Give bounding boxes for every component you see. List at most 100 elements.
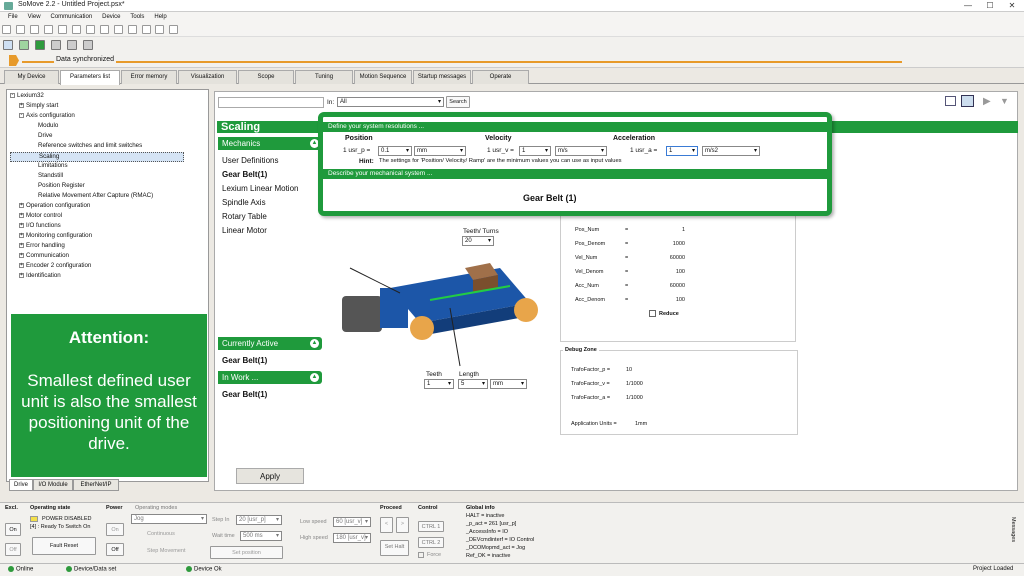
expand-icon[interactable]: +	[19, 232, 24, 238]
fault-reset-button[interactable]: Fault Reset	[32, 537, 96, 555]
power-on-button[interactable]: On	[106, 523, 124, 536]
menu-tools[interactable]: Tools	[130, 12, 144, 23]
reduce-checkbox[interactable]	[649, 310, 656, 317]
tree-node[interactable]: + I/O functions	[19, 222, 61, 230]
force-checkbox[interactable]	[418, 552, 424, 558]
menu-view[interactable]: View	[28, 12, 41, 23]
tree-node[interactable]: + Monitoring configuration	[19, 232, 92, 240]
close-button[interactable]: ✕	[1006, 0, 1018, 11]
mechanics-item-active[interactable]: Gear Belt(1)	[222, 170, 267, 179]
tab-ethernet-ip[interactable]: EtherNet/IP	[73, 479, 119, 491]
prev-button[interactable]: <	[380, 517, 393, 533]
import-icon[interactable]	[155, 25, 165, 34]
step-movement-radio[interactable]: Step Movement	[147, 548, 186, 554]
next-button[interactable]: >	[396, 517, 409, 533]
compare-icon[interactable]	[141, 25, 151, 34]
store-icon[interactable]	[50, 40, 61, 50]
expand-icon[interactable]: +	[19, 272, 24, 278]
tree-leaf[interactable]: Relative Movement After Capture (RMAC)	[38, 192, 153, 200]
collapse-icon[interactable]: ▲	[310, 373, 319, 382]
in-work-header[interactable]: In Work ... ▲	[218, 371, 322, 384]
mechanics-item[interactable]: Spindle Axis	[222, 198, 266, 207]
new-icon[interactable]	[15, 25, 25, 34]
tree-node[interactable]: + Identification	[19, 272, 61, 280]
tab-scope[interactable]: Scope	[238, 70, 294, 84]
expand-icon[interactable]: +	[19, 212, 24, 218]
currently-active-header[interactable]: Currently Active ▲	[218, 337, 322, 350]
expand-icon[interactable]: +	[19, 252, 24, 258]
tab-startup-messages[interactable]: Startup messages	[413, 70, 471, 84]
menu-file[interactable]: File	[8, 12, 18, 23]
maximize-button[interactable]: ☐	[984, 0, 996, 11]
set-position-button[interactable]: Set position	[210, 546, 283, 559]
tree-leaf[interactable]: Reference switches and limit switches	[38, 142, 142, 150]
tab-operate[interactable]: Operate	[472, 70, 529, 84]
tab-drive[interactable]: Drive	[9, 479, 33, 491]
copy-icon[interactable]	[113, 25, 123, 34]
ctrl2-button[interactable]: CTRL 2	[418, 537, 444, 548]
tree-leaf[interactable]: Limitations	[38, 162, 68, 170]
grid-view-icon[interactable]	[961, 95, 974, 107]
save-as-icon[interactable]	[57, 25, 67, 34]
tree-node[interactable]: + Simply start	[19, 102, 58, 110]
tab-parameters-list[interactable]: Parameters list	[60, 70, 120, 85]
tree-leaf[interactable]: Modulo	[38, 122, 58, 130]
expand-icon[interactable]: +	[19, 262, 24, 268]
cut-icon[interactable]	[99, 25, 109, 34]
check-icon[interactable]	[34, 40, 45, 50]
tab-motion-sequence[interactable]: Motion Sequence	[354, 70, 412, 84]
menu-communication[interactable]: Communication	[50, 12, 92, 23]
expand-icon[interactable]: +	[19, 222, 24, 228]
collapse-icon[interactable]: ▲	[310, 339, 319, 348]
teeth-input[interactable]: 1	[424, 379, 454, 389]
messages-tab[interactable]: Messages	[1010, 517, 1016, 542]
tree-node[interactable]: + Operation configuration	[19, 202, 90, 210]
tree-leaf[interactable]: Standstill	[38, 172, 63, 180]
mechanics-item[interactable]: Lexium Linear Motion	[222, 184, 298, 193]
highspeed-input[interactable]: 180 [usr_v]	[333, 533, 371, 543]
position-value-select[interactable]: 0.1	[378, 146, 412, 156]
expand-icon[interactable]: +	[19, 242, 24, 248]
export-icon[interactable]	[169, 25, 179, 34]
velocity-unit-select[interactable]: m/s	[555, 146, 607, 156]
lowspeed-input[interactable]: 60 [usr_v]	[333, 517, 371, 527]
home-icon[interactable]	[2, 25, 11, 34]
stepin-input[interactable]: 20 [usr_p]	[236, 515, 282, 525]
set-halt-button[interactable]: Set Halt	[380, 540, 409, 556]
velocity-value-select[interactable]: 1	[519, 146, 551, 156]
tree-node[interactable]: + Encoder 2 configuration	[19, 262, 91, 270]
acceleration-value-select[interactable]: 1	[666, 146, 698, 156]
apply-button[interactable]: Apply	[236, 468, 304, 484]
opmode-select[interactable]: Jog	[131, 514, 207, 524]
length-unit-select[interactable]: mm	[490, 379, 527, 389]
upload-icon[interactable]	[66, 40, 77, 50]
tab-my-device[interactable]: My Device	[4, 70, 59, 84]
collapse-icon[interactable]: -	[10, 92, 15, 98]
search-button[interactable]: Search	[446, 96, 470, 108]
mechanics-item[interactable]: Linear Motor	[222, 226, 267, 235]
tab-tuning[interactable]: Tuning	[295, 70, 353, 84]
paste-icon[interactable]	[127, 25, 137, 34]
ctrl1-button[interactable]: CTRL 1	[418, 521, 444, 532]
excl-off-button[interactable]: Off	[5, 543, 21, 556]
minimize-button[interactable]: —	[962, 0, 974, 11]
play-icon[interactable]: ▶	[983, 96, 991, 107]
search-scope-select[interactable]: All	[337, 97, 444, 107]
refresh-icon[interactable]	[18, 40, 29, 50]
tree-leaf[interactable]: Position Register	[38, 182, 85, 190]
print-preview-icon[interactable]	[85, 25, 95, 34]
menu-device[interactable]: Device	[102, 12, 120, 23]
power-off-button[interactable]: Off	[106, 543, 124, 556]
tab-io-module[interactable]: I/O Module	[33, 479, 73, 491]
save-icon[interactable]	[43, 25, 53, 34]
download-icon[interactable]	[82, 40, 93, 50]
position-unit-select[interactable]: mm	[414, 146, 466, 156]
tree-node[interactable]: - Lexium32	[10, 92, 44, 100]
open-icon[interactable]	[29, 25, 39, 34]
tree-leaf[interactable]: Drive	[38, 132, 52, 140]
mechanics-header[interactable]: Mechanics ▲	[218, 137, 322, 150]
teeth-turns-input[interactable]: 20	[462, 236, 494, 246]
tab-error-memory[interactable]: Error memory	[121, 70, 177, 84]
tree-node[interactable]: - Axis configuration	[19, 112, 75, 120]
continuous-radio[interactable]: Continuous	[147, 531, 175, 537]
